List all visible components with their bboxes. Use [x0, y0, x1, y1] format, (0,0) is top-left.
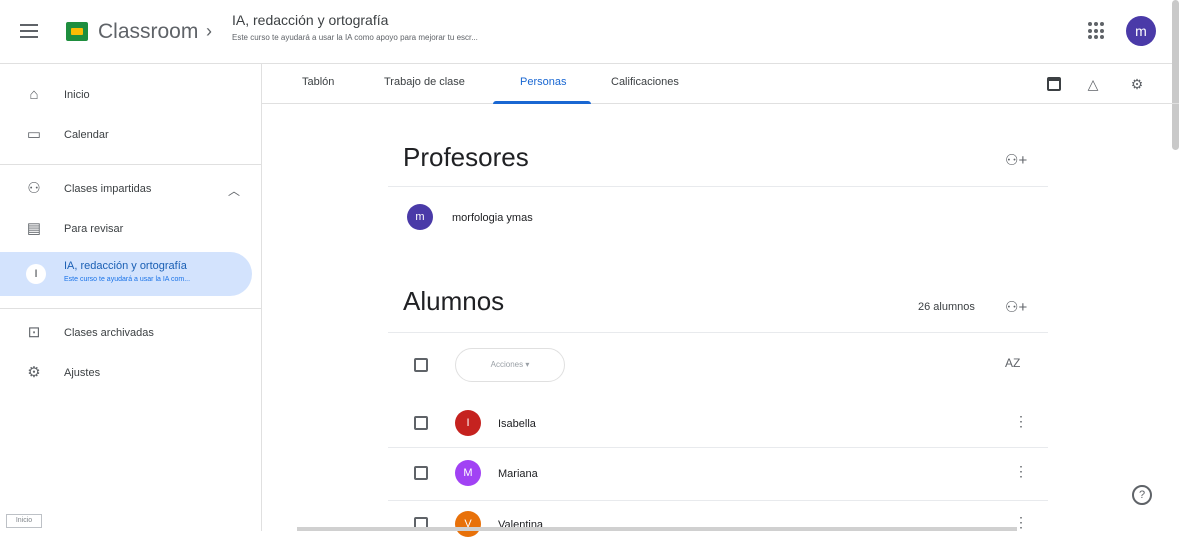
gear-icon[interactable]: ⚙ [1129, 76, 1145, 92]
classroom-logo-icon[interactable] [66, 22, 88, 41]
people-icon: ⚇ [27, 180, 41, 197]
sidebar-item-clases-impartidas[interactable]: ⚇ Clases impartidas ︿ [0, 170, 252, 210]
actions-dropdown[interactable]: Acciones ▾ [455, 348, 565, 382]
invite-student-icon[interactable]: ⚇+ [1005, 297, 1027, 319]
sidebar-item-label: Clases impartidas [64, 183, 152, 195]
sidebar-item-label: Clases archivadas [64, 327, 154, 339]
sidebar: ⌂ Inicio ▭ Calendar ⚇ Clases impartidas … [0, 64, 262, 531]
more-vert-icon[interactable]: ⋮ [1014, 463, 1028, 480]
avatar: V [455, 511, 481, 537]
teacher-name: morfologia ymas [452, 212, 533, 224]
more-vert-icon[interactable]: ⋮ [1014, 413, 1028, 430]
class-title[interactable]: IA, redacción y ortografía [232, 12, 388, 28]
students-heading: Alumnos [403, 286, 505, 316]
brand-name[interactable]: Classroom [98, 20, 198, 44]
teachers-heading: Profesores [403, 142, 529, 172]
tab-calificaciones[interactable]: Calificaciones [611, 76, 679, 88]
calendar-icon: ▭ [26, 126, 42, 143]
row-divider [388, 500, 1048, 501]
archive-icon: ⊡ [27, 324, 41, 341]
tab-trabajo-de-clase[interactable]: Trabajo de clase [384, 76, 465, 88]
help-icon[interactable]: ? [1132, 485, 1152, 505]
section-divider [388, 332, 1048, 333]
sidebar-item-ajustes[interactable]: ⚙ Ajustes [0, 354, 252, 394]
tab-tablon[interactable]: Tablón [302, 76, 334, 88]
home-icon: ⌂ [29, 86, 39, 103]
apps-grid-icon[interactable] [1088, 22, 1106, 40]
sidebar-item-class-ia[interactable]: I IA, redacción y ortografía Este curso … [0, 252, 252, 296]
sidebar-item-clases-archivadas[interactable]: ⊡ Clases archivadas [0, 314, 252, 354]
horizontal-scrollbar[interactable] [297, 527, 1017, 531]
class-subtitle: Este curso te ayudará a usar la IA como … [232, 33, 478, 42]
sidebar-item-label: Para revisar [64, 223, 124, 235]
review-icon: ▤ [26, 220, 42, 237]
student-checkbox[interactable] [414, 466, 428, 480]
select-all-checkbox[interactable] [414, 358, 428, 372]
main-menu-button[interactable] [18, 20, 40, 44]
calendar-icon[interactable] [1047, 77, 1061, 91]
sidebar-item-calendar[interactable]: ▭ Calendar [0, 116, 252, 156]
drive-folder-icon[interactable]: △ [1085, 76, 1101, 92]
avatar: I [455, 410, 481, 436]
invite-teacher-icon[interactable]: ⚇+ [1005, 150, 1027, 172]
gear-icon: ⚙ [27, 364, 41, 381]
account-avatar[interactable]: m [1126, 16, 1156, 46]
class-initial-avatar: I [26, 264, 46, 284]
chevron-up-icon[interactable]: ︿ [228, 182, 240, 199]
student-checkbox[interactable] [414, 416, 428, 430]
sidebar-item-label: Ajustes [64, 367, 101, 379]
section-divider [388, 186, 1048, 187]
sidebar-item-sublabel: Este curso te ayudará a usar la IA com..… [64, 276, 191, 283]
student-name: Mariana [498, 468, 538, 480]
sidebar-divider [0, 308, 262, 309]
avatar: M [455, 460, 481, 486]
sidebar-item-para-revisar[interactable]: ▤ Para revisar [0, 210, 252, 250]
avatar: m [407, 204, 433, 230]
sidebar-item-label: Inicio [64, 89, 90, 101]
tab-personas[interactable]: Personas [520, 76, 566, 88]
row-divider [388, 447, 1048, 448]
top-app-bar: Classroom › IA, redacción y ortografía E… [0, 0, 1179, 64]
student-count: 26 alumnos [918, 301, 975, 313]
class-tabs: Tablón Trabajo de clase Personas Calific… [262, 64, 1179, 104]
student-name: Isabella [498, 418, 536, 430]
sidebar-item-label: IA, redacción y ortografía [64, 260, 187, 272]
status-tag: Inicio [6, 514, 42, 528]
sidebar-item-label: Calendar [64, 129, 109, 141]
sidebar-item-inicio[interactable]: ⌂ Inicio [0, 76, 252, 116]
breadcrumb-separator-icon: › [206, 21, 212, 41]
sidebar-divider [0, 164, 262, 165]
sort-az-icon[interactable]: AZ [1005, 356, 1020, 370]
active-tab-indicator [493, 101, 591, 104]
